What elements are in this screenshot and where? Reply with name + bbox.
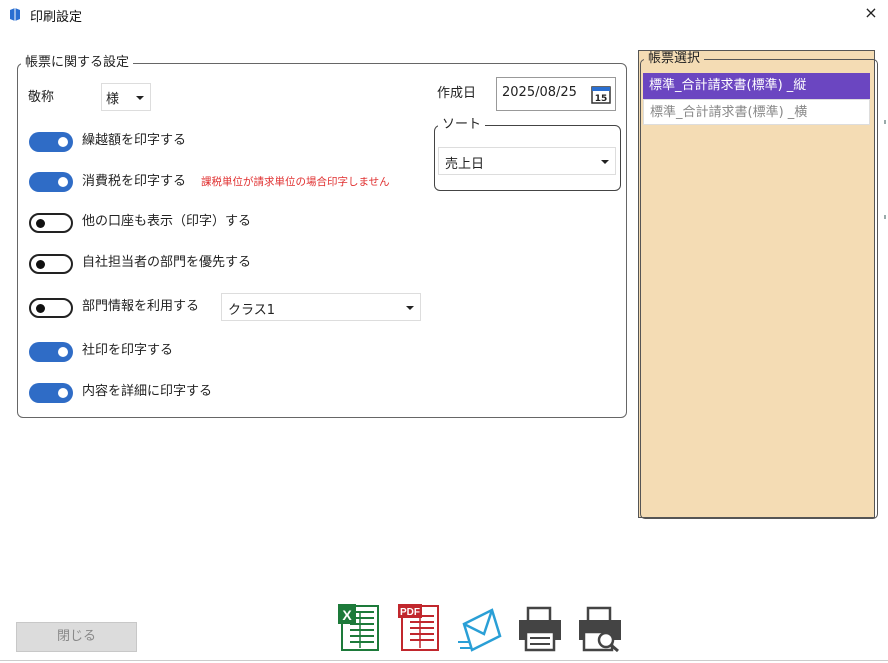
- toggle-detailed-content[interactable]: [29, 383, 73, 403]
- excel-icon-letter: X: [342, 607, 352, 623]
- toggle-department-info-label: 部門情報を利用する: [82, 299, 200, 314]
- pdf-export-icon[interactable]: PDF: [396, 602, 444, 652]
- toggle-other-accounts-label: 他の口座も表示（印字）する: [82, 214, 252, 229]
- chevron-down-icon: [406, 306, 414, 310]
- sort-select[interactable]: 売上日: [438, 147, 616, 175]
- list-item[interactable]: 標準_合計請求書(標準) _縦: [643, 73, 870, 99]
- tax-warning-text: 課税単位が請求単位の場合印字しません: [201, 176, 390, 188]
- toggle-consumption-tax[interactable]: [29, 172, 73, 192]
- chevron-down-icon: [136, 96, 144, 100]
- form-selection-list: 標準_合計請求書(標準) _縦 標準_合計請求書(標準) _横: [643, 73, 870, 125]
- department-class-value: クラス1: [228, 303, 276, 318]
- toggle-own-department[interactable]: [29, 254, 73, 274]
- excel-export-icon[interactable]: X: [336, 602, 384, 652]
- honorific-select[interactable]: 様: [101, 83, 151, 111]
- created-date-value: 2025/08/25: [502, 85, 577, 100]
- form-settings-group: 帳票に関する設定: [17, 55, 627, 418]
- sort-group: ソート 売上日: [434, 117, 621, 191]
- chevron-down-icon: [601, 160, 609, 164]
- toggle-company-seal-label: 社印を印字する: [82, 343, 174, 358]
- print-preview-icon[interactable]: [576, 602, 624, 652]
- edge-marker: [884, 215, 886, 219]
- form-selection-group: 帳票選択: [640, 51, 878, 519]
- sort-legend: ソート: [438, 117, 486, 133]
- close-button[interactable]: 閉じる: [16, 622, 137, 652]
- toggle-other-accounts[interactable]: [29, 213, 73, 233]
- created-date-field[interactable]: 2025/08/25 15: [496, 77, 616, 111]
- toggle-carryover[interactable]: [29, 132, 73, 152]
- email-send-icon[interactable]: [456, 602, 504, 652]
- toggle-detailed-content-label: 内容を詳細に印字する: [82, 384, 213, 399]
- form-selection-legend: 帳票選択: [644, 51, 705, 67]
- toggle-consumption-tax-label: 消費税を印字する: [82, 174, 187, 189]
- edge-marker: [884, 120, 886, 124]
- form-settings-legend: 帳票に関する設定: [21, 55, 134, 71]
- print-icon[interactable]: [516, 602, 564, 652]
- window-title: 印刷設定: [30, 10, 83, 25]
- pdf-icon-letters: PDF: [400, 607, 420, 618]
- honorific-value: 様: [106, 92, 120, 107]
- calendar-day-text: 15: [595, 94, 608, 104]
- app-icon: [10, 8, 20, 21]
- bottom-border: [0, 660, 888, 661]
- calendar-icon[interactable]: 15: [591, 84, 611, 104]
- toggle-department-info[interactable]: [29, 298, 73, 318]
- toggle-carryover-label: 繰越額を印字する: [82, 133, 187, 148]
- created-date-label: 作成日: [437, 86, 477, 101]
- toggle-own-department-label: 自社担当者の部門を優先する: [82, 255, 252, 270]
- toggle-company-seal[interactable]: [29, 342, 73, 362]
- honorific-label: 敬称: [28, 90, 55, 105]
- list-item[interactable]: 標準_合計請求書(標準) _横: [643, 99, 870, 125]
- close-icon[interactable]: ×: [861, 2, 881, 24]
- sort-value: 売上日: [445, 157, 485, 172]
- department-class-select[interactable]: クラス1: [221, 293, 421, 321]
